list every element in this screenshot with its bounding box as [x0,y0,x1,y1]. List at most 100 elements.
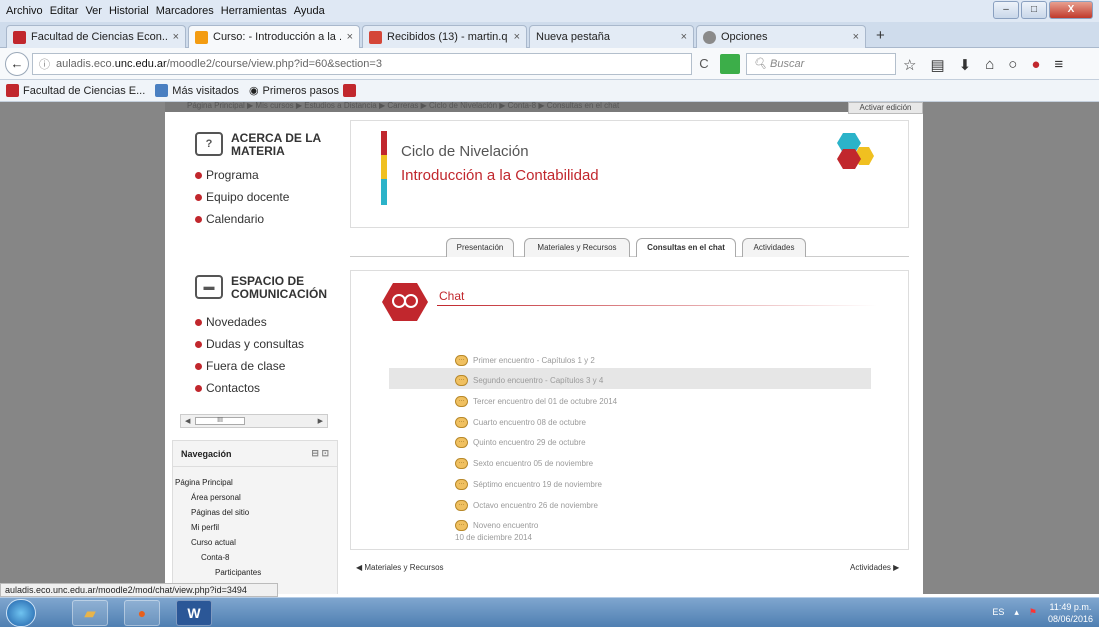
clock[interactable]: 11:49 p.m. 08/06/2016 [1048,601,1093,625]
nav-area-personal[interactable]: Área personal [175,490,337,505]
nav-participantes[interactable]: Participantes [175,565,337,580]
nav-conta-8[interactable]: Conta-8 [175,550,337,565]
next-section-link[interactable]: Actividades ▶ [850,563,899,572]
about-block: ? ACERCA DE LA MATERIA Programa Equipo d… [195,132,345,230]
banner-line1: Ciclo de Nivelación [401,143,529,160]
scroll-left-icon[interactable]: ◀ [185,417,190,425]
link-programa[interactable]: Programa [195,164,345,186]
banner-line2: Introducción a la Contabilidad [401,167,599,184]
tab-actividades[interactable]: Actividades [742,238,806,257]
file-explorer-icon[interactable]: ▰ [72,600,108,626]
info-icon[interactable]: ⓘ [39,56,50,72]
hamburger-menu-icon[interactable]: ≡ [1054,56,1063,74]
adblock-icon[interactable]: ● [1031,56,1040,74]
word-taskbar-icon[interactable]: W [176,600,212,626]
link-dudas[interactable]: Dudas y consultas [195,333,345,355]
chat-item[interactable]: ··· Segundo encuentro - Capítulos 3 y 4 [455,371,603,389]
chat-item[interactable]: ··· Tercer encuentro del 01 de octubre 20… [455,392,617,410]
bookmark-facultad[interactable]: Facultad de Ciencias E... [23,85,145,97]
tab-facultad[interactable]: Facultad de Ciencias Econ... × [6,25,186,48]
nav-pagina-principal[interactable]: Página Principal [175,475,337,490]
bookmark-extra-icon[interactable] [342,84,356,97]
prev-section-link[interactable]: ◀ Materiales y Recursos [356,563,444,572]
chat-item[interactable]: ··· Cuarto encuentro 08 de octubre [455,413,586,431]
chat-icon[interactable]: ○ [1008,56,1017,74]
block-scrollbar[interactable]: ◀ III ▶ [180,414,328,428]
close-tab-icon[interactable]: × [681,31,687,43]
link-equipo-docente[interactable]: Equipo docente [195,186,345,208]
nav-curso-actual[interactable]: Curso actual [175,535,337,550]
menu-ver[interactable]: Ver [85,5,102,17]
reading-list-icon[interactable]: ▤ [930,56,944,74]
chat-item[interactable]: ··· Octavo encuentro 26 de noviembre [455,496,598,514]
tab-curso[interactable]: Curso: - Introducción a la ... × [188,25,360,48]
menu-ayuda[interactable]: Ayuda [294,5,325,17]
status-link-preview: auladis.eco.unc.edu.ar/moodle2/mod/chat/… [0,583,278,597]
firefox-taskbar-icon[interactable]: ● [124,600,160,626]
menu-herramientas[interactable]: Herramientas [221,5,287,17]
chat-item[interactable]: ··· Séptimo encuentro 19 de noviembre [455,475,602,493]
bookmark-mas-visitados[interactable]: Más visitados [172,85,239,97]
close-tab-icon[interactable]: × [347,31,353,43]
menu-editar[interactable]: Editar [50,5,79,17]
breadcrumb: Página Principal ▶ Mis cursos ▶ Estudios… [165,102,923,112]
url-bar[interactable]: ⓘ auladis.eco. unc.edu.ar/moodle2/course/… [32,53,692,75]
scrollbar-thumb[interactable]: III [195,417,245,425]
bookmark-star-icon[interactable]: ☆ [903,56,916,74]
chat-item[interactable]: ··· Sexto encuentro 05 de noviembre [455,454,593,472]
close-tab-icon[interactable]: × [514,31,520,43]
back-button[interactable]: ← [5,52,29,76]
new-tab-button[interactable]: + [876,27,885,44]
bookmark-primeros-pasos[interactable]: Primeros pasos [263,85,339,97]
language-indicator[interactable]: ES [992,607,1004,618]
chat-item[interactable]: ··· Primer encuentro - Capítulos 1 y 2 [455,351,595,369]
banner-bar-red [381,131,387,155]
tab-gmail[interactable]: Recibidos (13) - martin.qua...× [362,25,527,48]
chat-bubble-icon: ··· [455,354,468,366]
page-viewport: Página Principal ▶ Mis cursos ▶ Estudios… [0,102,1099,594]
bullet-icon [195,384,202,392]
home-icon[interactable]: ⌂ [985,56,994,74]
menu-marcadores[interactable]: Marcadores [156,5,214,17]
search-icon: 🔍︎ [753,58,771,70]
menu-archivo[interactable]: Archivo [6,5,43,17]
taskbar: ▰ ● W ES ▴ ⚑ 11:49 p.m. 08/06/2016 [0,597,1099,627]
extension-icon[interactable] [720,54,740,74]
tab-materiales[interactable]: Materiales y Recursos [524,238,630,257]
chat-section: Chat ··· Primer encuentro - Capítulos 1 y… [350,270,909,550]
maximize-button[interactable]: □ [1021,1,1047,19]
nav-paginas-sitio[interactable]: Páginas del sitio [175,505,337,520]
tab-opciones[interactable]: Opciones × [696,25,866,48]
block-controls-icon[interactable]: ⊟ ⊡ [311,448,329,459]
nav-mi-perfil[interactable]: Mi perfil [175,520,337,535]
close-tab-icon[interactable]: × [173,31,179,43]
url-domain: unc.edu.ar [114,58,167,70]
link-novedades[interactable]: Novedades [195,311,345,333]
minimize-button[interactable]: – [993,1,1019,19]
chat-bubble-icon: ··· [455,478,468,490]
chat-item[interactable]: ··· Quinto encuentro 29 de octubre [455,433,586,451]
action-center-icon[interactable]: ⚑ [1029,607,1037,618]
navigation-bar: ← ⓘ auladis.eco. unc.edu.ar/moodle2/cours… [0,48,1099,80]
search-input[interactable]: 🔍︎ Buscar [746,53,896,75]
close-window-button[interactable]: X [1049,1,1093,19]
edit-mode-button[interactable]: Activar edición [848,102,923,114]
system-tray: ES ▴ ⚑ [992,607,1037,618]
link-calendario[interactable]: Calendario [195,208,345,230]
reload-icon[interactable]: C [692,53,716,75]
close-tab-icon[interactable]: × [853,31,859,43]
link-fuera-clase[interactable]: Fuera de clase [195,355,345,377]
download-icon[interactable]: ⬇ [959,56,972,74]
scroll-right-icon[interactable]: ▶ [318,417,323,425]
tab-consultas-chat[interactable]: Consultas en el chat [636,238,736,257]
start-button[interactable] [6,599,36,627]
menu-historial[interactable]: Historial [109,5,149,17]
chat-bubble-icon: ··· [455,416,468,428]
navigation-block: Navegación ⊟ ⊡ Página Principal Área per… [172,440,338,594]
link-contactos[interactable]: Contactos [195,377,345,399]
chat-item[interactable]: ··· Noveno encuentro [455,516,538,534]
navigation-header: Navegación ⊟ ⊡ [173,441,337,467]
tray-expand-icon[interactable]: ▴ [1014,607,1019,618]
tab-nueva[interactable]: Nueva pestaña × [529,25,694,48]
tab-presentacion[interactable]: Presentación [446,238,514,257]
